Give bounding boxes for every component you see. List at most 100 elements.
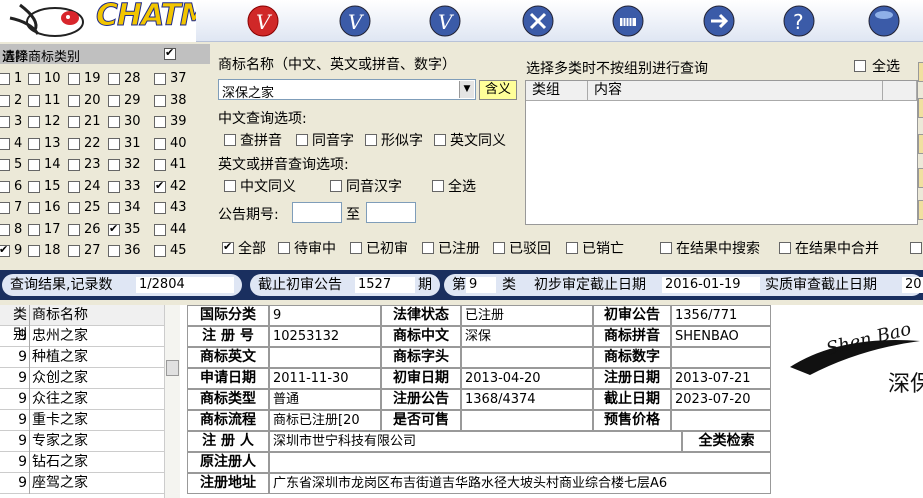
select-all-checkbox[interactable]	[854, 60, 866, 72]
sphere-icon[interactable]	[868, 5, 900, 37]
cn-option-shape-checkbox[interactable]	[365, 134, 377, 146]
filter-prelim-checkbox[interactable]	[350, 242, 362, 254]
category-26-checkbox[interactable]	[68, 223, 80, 236]
issue-from-input[interactable]	[292, 202, 342, 223]
arrow-right-icon[interactable]	[703, 5, 735, 37]
category-18-checkbox[interactable]	[28, 245, 40, 257]
list-item[interactable]: 9 钻石之家	[0, 452, 164, 473]
side-button[interactable]	[918, 200, 923, 220]
filter-all-checkbox[interactable]	[222, 240, 234, 254]
category-5-checkbox[interactable]	[0, 159, 10, 171]
category-1-checkbox[interactable]	[0, 73, 10, 85]
v-icon-1[interactable]: V	[339, 5, 371, 37]
list-item[interactable]: 9 忠州之家	[0, 326, 164, 347]
category-37-checkbox[interactable]	[154, 73, 166, 85]
list-item[interactable]: 9 众创之家	[0, 368, 164, 389]
cn-option-homophone-checkbox[interactable]	[296, 134, 308, 146]
extra-checkbox[interactable]	[910, 242, 922, 254]
name-input[interactable]: 深保之家 ▼	[218, 79, 476, 100]
category-3-checkbox[interactable]	[0, 116, 10, 128]
legal-key: 法律状态	[381, 305, 461, 326]
clear-checkbox[interactable]: ✔	[164, 46, 176, 60]
category-35-checkbox[interactable]	[108, 222, 120, 236]
category-30-checkbox[interactable]	[108, 116, 120, 128]
category-36-checkbox[interactable]	[108, 245, 120, 257]
category-9-checkbox[interactable]	[0, 243, 10, 257]
en-option-homophone-checkbox[interactable]	[330, 180, 342, 192]
category-45-checkbox[interactable]	[154, 245, 166, 257]
filter-rejected-checkbox[interactable]	[493, 242, 505, 254]
category-10-checkbox[interactable]	[28, 73, 40, 85]
issue-to-input[interactable]	[366, 202, 416, 223]
category-33-checkbox[interactable]	[108, 180, 120, 193]
v-icon-2[interactable]: V	[429, 5, 461, 37]
dropdown-arrow-icon[interactable]: ▼	[459, 81, 474, 98]
category-12-checkbox[interactable]	[28, 116, 40, 128]
category-32-checkbox[interactable]	[108, 159, 120, 171]
tools-icon[interactable]	[522, 5, 554, 37]
col-content-header[interactable]: 内容	[588, 81, 883, 101]
category-38-checkbox[interactable]	[154, 94, 166, 107]
category-7-checkbox[interactable]	[0, 202, 10, 214]
cn-option-pinyin-checkbox[interactable]	[224, 134, 236, 146]
category-13-checkbox[interactable]	[28, 137, 40, 150]
list-item[interactable]: 9 座驾之家	[0, 473, 164, 494]
category-22-checkbox[interactable]	[68, 137, 80, 150]
group-grid[interactable]: 类组 内容	[525, 80, 918, 225]
category-6-checkbox[interactable]	[0, 180, 10, 193]
category-44-checkbox[interactable]	[154, 223, 166, 236]
category-17-checkbox[interactable]	[28, 223, 40, 236]
col-group-header[interactable]: 类组	[526, 81, 588, 101]
category-25-checkbox[interactable]	[68, 202, 80, 214]
category-31-checkbox[interactable]	[108, 137, 120, 150]
side-button[interactable]	[918, 134, 923, 154]
category-41-checkbox[interactable]	[154, 159, 166, 171]
category-16-checkbox[interactable]	[28, 202, 40, 214]
merge-in-results-checkbox[interactable]	[779, 242, 791, 254]
category-42-checkbox[interactable]	[154, 179, 166, 193]
category-28-checkbox[interactable]	[108, 73, 120, 85]
category-15-checkbox[interactable]	[28, 180, 40, 193]
en-option-all-checkbox[interactable]	[432, 180, 444, 192]
flow-value[interactable]: 商标已注册[20	[269, 410, 381, 431]
col-class[interactable]: 类别	[0, 305, 30, 343]
filter-cancelled-checkbox[interactable]	[566, 242, 578, 254]
filter-registered-checkbox[interactable]	[422, 242, 434, 254]
category-11-checkbox[interactable]	[28, 94, 40, 107]
category-43-checkbox[interactable]	[154, 202, 166, 214]
list-item[interactable]: 9 众往之家	[0, 389, 164, 410]
category-34-checkbox[interactable]	[108, 202, 120, 214]
category-24-checkbox[interactable]	[68, 180, 80, 193]
category-40-checkbox[interactable]	[154, 137, 166, 150]
cn-option-en-synonym-checkbox[interactable]	[434, 134, 446, 146]
all-class-search-button[interactable]: 全类检索	[682, 431, 771, 452]
list-item[interactable]: 9 重卡之家	[0, 410, 164, 431]
list-scrollbar[interactable]	[164, 305, 180, 498]
search-in-results-checkbox[interactable]	[660, 242, 672, 254]
side-button[interactable]	[918, 98, 923, 118]
category-2-checkbox[interactable]	[0, 94, 10, 107]
category-29-checkbox[interactable]	[108, 94, 120, 107]
category-23-checkbox[interactable]	[68, 159, 80, 171]
result-list[interactable]: 类别 商标名称 9 忠州之家 9 种植之家 9 众创之家 9 众往之家 9 重卡之家 9 专家之家 9 钻…	[0, 305, 180, 498]
category-14-checkbox[interactable]	[28, 159, 40, 171]
filter-pending-checkbox[interactable]	[278, 242, 290, 254]
piano-icon[interactable]	[612, 5, 644, 37]
side-button[interactable]	[918, 168, 923, 188]
list-item[interactable]: 9 种植之家	[0, 347, 164, 368]
en-option-cn-synonym-checkbox[interactable]	[224, 180, 236, 192]
help-icon[interactable]: ?	[783, 5, 815, 37]
v-icon-red[interactable]: V	[247, 5, 279, 37]
category-27-checkbox[interactable]	[68, 245, 80, 257]
category-4-checkbox[interactable]	[0, 137, 10, 150]
meaning-button[interactable]: 含义	[479, 80, 517, 100]
category-19-checkbox[interactable]	[68, 73, 80, 85]
category-39-checkbox[interactable]	[154, 116, 166, 128]
col-name[interactable]: 商标名称	[32, 305, 88, 325]
scroll-thumb[interactable]	[166, 360, 179, 376]
side-button[interactable]	[918, 62, 923, 82]
category-8-checkbox[interactable]	[0, 223, 10, 236]
category-21-checkbox[interactable]	[68, 116, 80, 128]
category-20-checkbox[interactable]	[68, 94, 80, 107]
list-item[interactable]: 9 专家之家	[0, 431, 164, 452]
